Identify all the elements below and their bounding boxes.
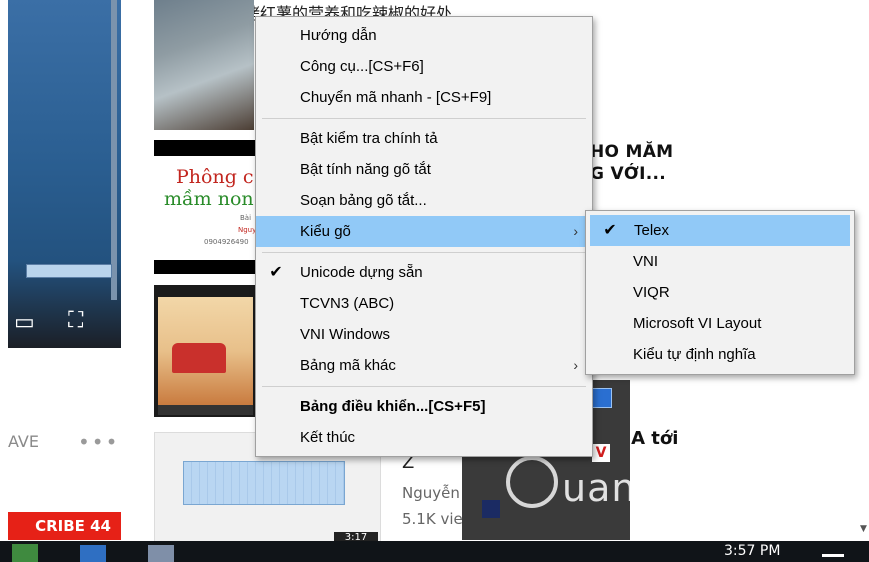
menu-item-label: Công cụ...[CS+F6] [300,58,424,75]
submenu-item-label: Microsoft VI Layout [633,315,762,332]
submenu-item-viqr[interactable]: VIQR [586,277,854,308]
menu-item-control-panel[interactable]: Bảng điều khiển...[CS+F5] [256,391,592,422]
submenu-arrow-icon: › [573,357,578,373]
menu-item-label: Bảng điều khiển...[CS+F5] [300,398,486,415]
video-frame [8,0,121,348]
submenu-item-telex[interactable]: ✔ Telex [590,215,850,246]
headline-line2[interactable]: G VỚI... [590,164,666,184]
thumbnail-sofa [172,343,226,373]
menu-item-label: Kiểu gõ [300,223,351,240]
view-count: 5.1K vie [402,510,463,528]
context-menu: Hướng dẫn Công cụ...[CS+F6] Chuyển mã nh… [255,16,593,457]
menu-item-shorthand-toggle[interactable]: Bật tính năng gõ tắt [256,154,592,185]
video-sticker [26,264,112,278]
menu-item-label: Soạn bảng gõ tắt... [300,192,427,209]
menu-item-label: Unicode dựng sẵn [300,264,423,281]
menu-item-label: Bật kiểm tra chính tả [300,130,438,147]
menu-separator [262,386,586,387]
menu-item-label: Chuyển mã nhanh - [CS+F9] [300,89,492,106]
app-icon-v[interactable]: V [592,444,610,462]
menu-item-label: TCVN3 (ABC) [300,295,395,312]
card-phone: 0904926490 [204,238,249,246]
menu-item-tcvn3[interactable]: TCVN3 (ABC) [256,288,592,319]
menu-item-label: Hướng dẫn [300,27,377,44]
menu-separator [262,118,586,119]
more-options-icon[interactable]: ••• [78,430,119,454]
checkmark-icon: ✔ [269,264,283,281]
menu-item-huong-dan[interactable]: Hướng dẫn [256,20,592,51]
card-small-line2: Nguy [238,226,257,234]
menu-item-chuyen-ma-nhanh[interactable]: Chuyển mã nhanh - [CS+F9] [256,82,592,113]
video-thumbnail-2[interactable] [154,285,257,417]
fullscreen-icon[interactable]: ⛶ [68,310,83,332]
subscribe-button[interactable]: CRIBE 44 [8,512,121,540]
menu-item-vni-windows[interactable]: VNI Windows [256,319,592,350]
miniplayer-icon[interactable]: ▭ [14,312,35,334]
watermark-logo-icon [506,456,558,508]
submenu-item-ms-vi-layout[interactable]: Microsoft VI Layout [586,308,854,339]
clock-time[interactable]: 3:57 PM [724,543,780,559]
video-player[interactable]: ▭ ⛶ [8,0,121,348]
menu-item-other-charsets[interactable]: Bảng mã khác › [256,350,592,381]
menu-item-shorthand-editor[interactable]: Soạn bảng gõ tắt... [256,185,592,216]
video-thumbnail-1[interactable] [154,0,254,130]
thumbnail-bar [154,140,259,156]
scroll-down-arrow-icon[interactable]: ▼ [860,524,867,534]
submenu-item-vni[interactable]: VNI [586,246,854,277]
taskbar-app-icon-2[interactable] [80,545,106,562]
submenu-item-label: Kiểu tự định nghĩa [633,346,756,363]
card-title-line2: mầm non [164,188,254,210]
thumbnail-controls [158,405,253,415]
thumbnail-spreadsheet [183,461,345,505]
card-title-line1: Phông c [176,166,254,188]
video-scrollbar[interactable] [111,0,117,300]
taskbar: 3:57 PM [0,541,869,562]
menu-item-label: VNI Windows [300,326,391,343]
save-label[interactable]: AVE [8,432,39,451]
menu-item-exit[interactable]: Kết thúc [256,422,592,453]
card-small-line1: Bài [240,214,252,222]
app-icon-blue[interactable] [592,388,612,408]
submenu-item-custom[interactable]: Kiểu tự định nghĩa [586,339,854,370]
menu-item-kieu-go[interactable]: Kiểu gõ › [256,216,592,247]
checkmark-icon: ✔ [603,222,617,239]
submenu-arrow-icon: › [573,223,578,239]
show-desktop-icon[interactable] [822,554,844,557]
submenu-item-label: VNI [633,253,659,270]
menu-item-cong-cu[interactable]: Công cụ...[CS+F6] [256,51,592,82]
menu-item-label: Bật tính năng gõ tắt [300,161,431,178]
headline-line1[interactable]: HO MĂM [590,142,673,162]
thumbnail-bar-2 [154,260,259,274]
watermark-text: uantrimang [562,466,794,510]
author-name[interactable]: Nguyễn [402,484,460,502]
taskbar-app-icon-1[interactable] [12,544,38,562]
submenu-item-label: Telex [634,222,670,239]
menu-item-label: Kết thúc [300,429,356,446]
taskbar-app-icon-3[interactable] [148,545,174,562]
menu-item-spell-check[interactable]: Bật kiểm tra chính tả [256,123,592,154]
menu-item-unicode[interactable]: ✔ Unicode dựng sẵn [256,257,592,288]
menu-item-label: Bảng mã khác [300,357,396,374]
submenu-item-label: VIQR [633,284,670,301]
input-method-submenu: ✔ Telex VNI VIQR Microsoft VI Layout Kiể… [585,210,855,375]
menu-separator [262,252,586,253]
app-icon-dots[interactable] [482,500,500,518]
